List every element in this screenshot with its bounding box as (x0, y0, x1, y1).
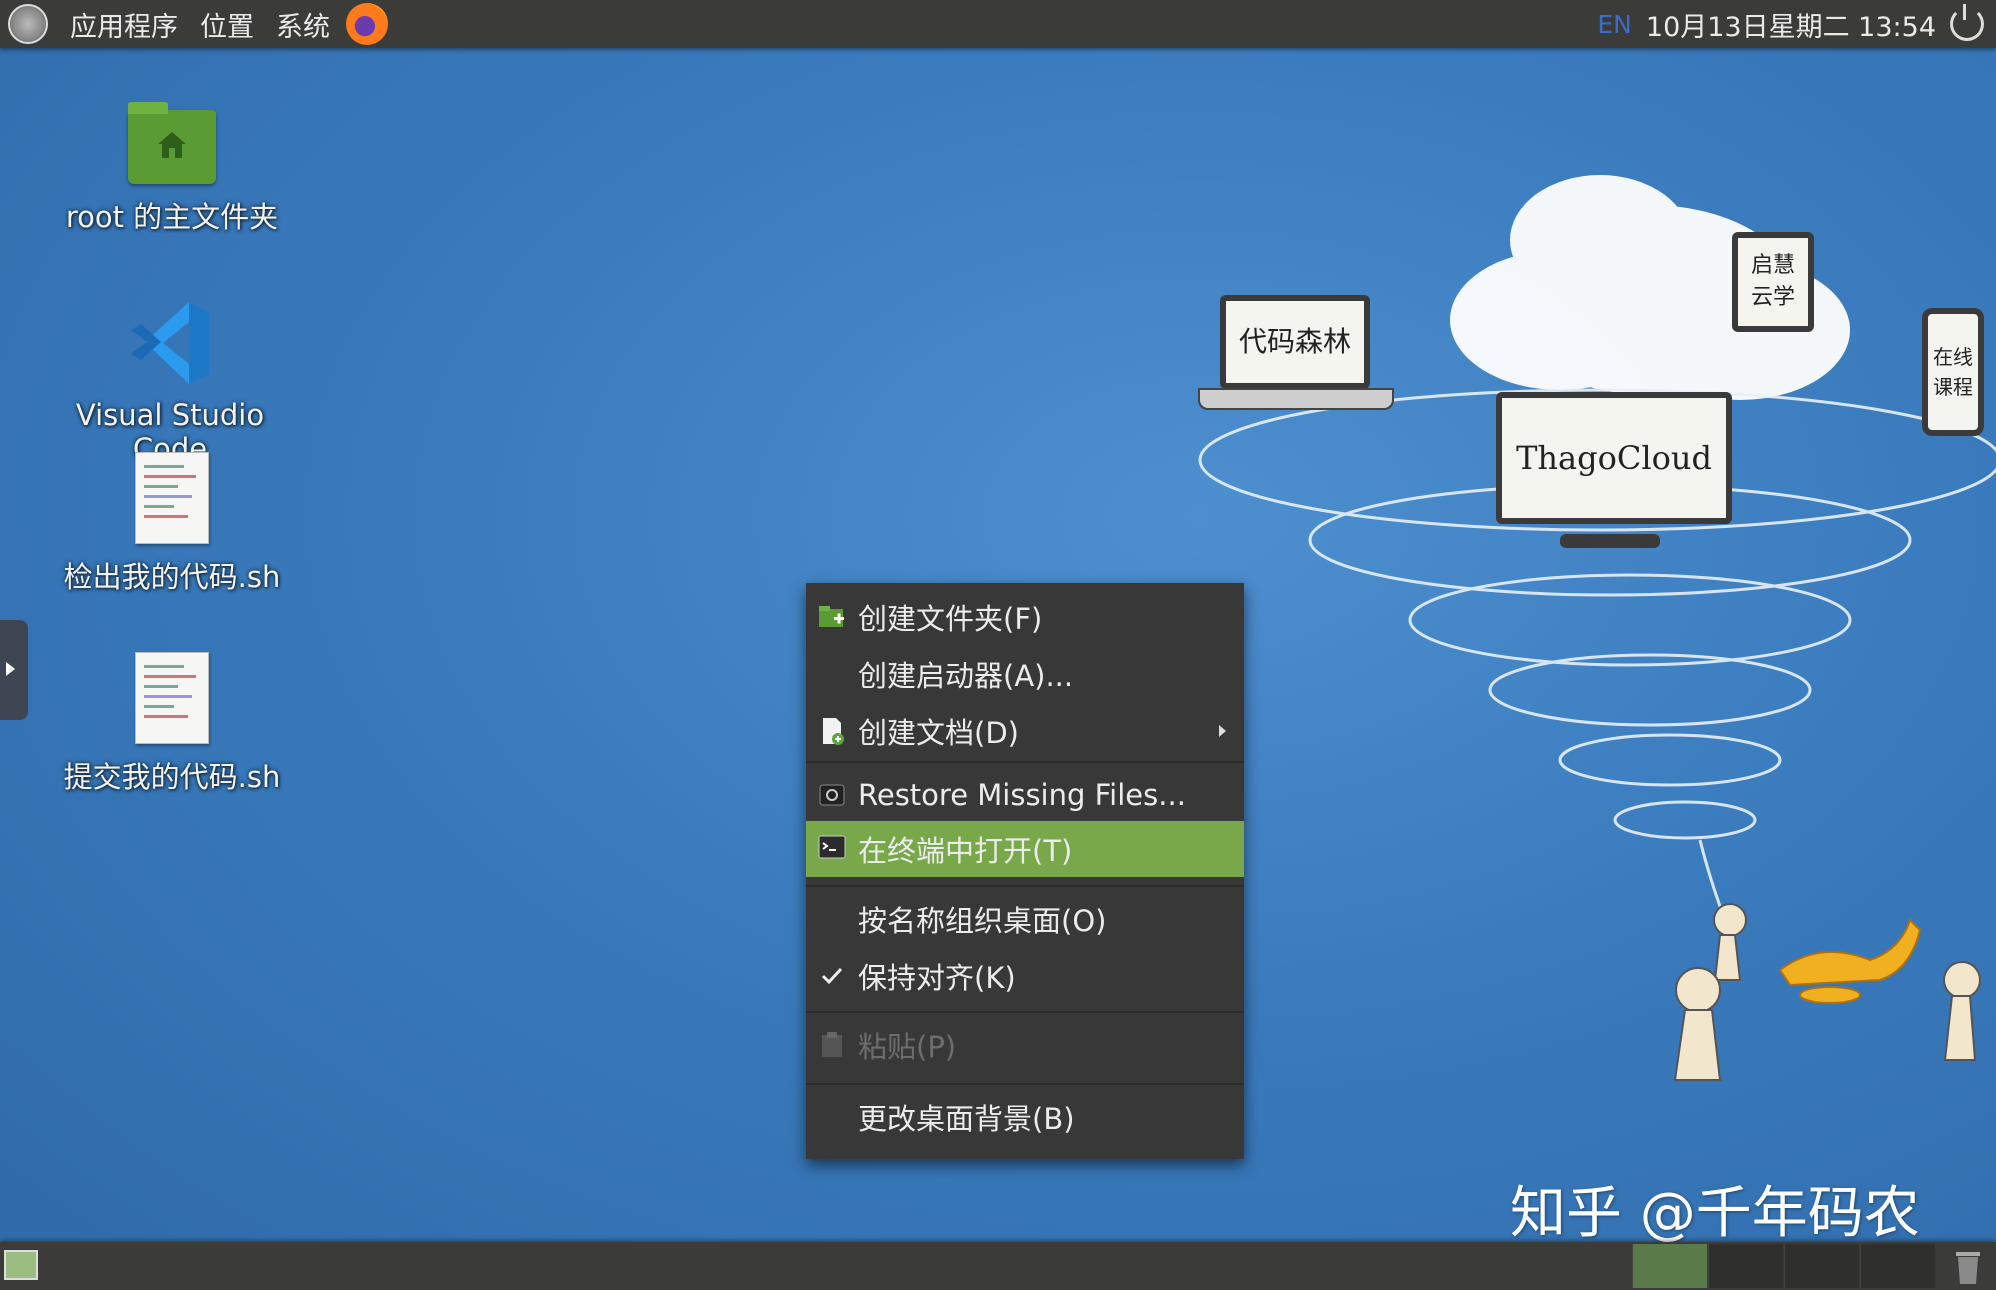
menu-item-create-document[interactable]: 创建文档(D) (806, 705, 1244, 757)
power-icon[interactable] (1950, 4, 1984, 41)
desktop-icon-commit-script[interactable]: 提交我的代码.sh (42, 652, 302, 796)
menu-places[interactable]: 位置 (200, 5, 254, 44)
clock[interactable]: 10月13日星期二 13:54 (1646, 5, 1936, 44)
wallpaper-tablet-screen: 启慧 云学 (1732, 232, 1814, 332)
show-desktop-icon[interactable] (4, 1250, 38, 1280)
menu-system[interactable]: 系统 (276, 5, 330, 44)
top-panel-indicators: EN 10月13日星期二 13:54 (1597, 0, 1984, 48)
restore-icon (819, 784, 845, 806)
top-panel: 应用程序 位置 系统 EN 10月13日星期二 13:54 (0, 0, 1996, 48)
desktop-icon-label: 提交我的代码.sh (63, 760, 281, 794)
menu-item-change-background[interactable]: 更改桌面背景(B) (806, 1091, 1244, 1143)
trash-icon[interactable] (1950, 1246, 1986, 1286)
script-file-icon (135, 452, 209, 544)
menu-item-create-folder[interactable]: 创建文件夹(F) (806, 591, 1244, 643)
menu-separator (806, 885, 1244, 887)
system-logo-icon[interactable] (8, 4, 48, 44)
menu-item-create-launcher[interactable]: 创建启动器(A)... (806, 648, 1244, 700)
new-document-icon (823, 718, 844, 745)
desktop-icon-label: root 的主文件夹 (65, 200, 279, 234)
desktop-icon-home[interactable]: root 的主文件夹 (42, 102, 302, 236)
menu-item-open-in-terminal[interactable]: 在终端中打开(T) (806, 821, 1244, 877)
wallpaper-artwork: 代码森林 ThagoCloud 启慧 云学 在线 课程 (1180, 160, 1996, 1120)
dock-handle[interactable] (0, 620, 28, 720)
desktop-icon-label: 检出我的代码.sh (63, 560, 281, 594)
paste-icon (822, 1032, 842, 1057)
new-folder-icon (819, 606, 844, 627)
check-icon (821, 967, 843, 985)
wallpaper-monitor-stand (1560, 534, 1660, 548)
workspace-1[interactable] (1632, 1244, 1707, 1288)
bottom-panel (0, 1242, 1996, 1290)
workspace-4[interactable] (1860, 1244, 1935, 1288)
vscode-icon (125, 298, 215, 388)
menu-applications[interactable]: 应用程序 (70, 5, 178, 44)
expand-arrow-icon (6, 662, 15, 676)
desktop-icon-vscode[interactable]: Visual Studio Code (40, 298, 300, 466)
menu-item-paste: 粘贴(P) (806, 1019, 1244, 1071)
wallpaper-laptop-base (1198, 388, 1394, 410)
menu-separator (806, 761, 1244, 763)
wallpaper-phone-screen: 在线 课程 (1922, 308, 1984, 436)
menu-item-keep-aligned[interactable]: 保持对齐(K) (806, 950, 1244, 1002)
menu-separator (806, 1011, 1244, 1013)
menu-item-restore-missing-files[interactable]: Restore Missing Files... (806, 769, 1244, 821)
wallpaper-laptop-screen: 代码森林 (1220, 295, 1370, 389)
wallpaper-monitor-screen: ThagoCloud (1496, 392, 1732, 524)
keyboard-layout-indicator[interactable]: EN (1597, 10, 1632, 39)
script-file-icon (135, 652, 209, 744)
desktop-icon-checkout-script[interactable]: 检出我的代码.sh (42, 452, 302, 596)
terminal-icon (818, 835, 846, 859)
firefox-icon[interactable] (346, 3, 388, 45)
submenu-arrow-icon (1219, 725, 1226, 737)
watermark: 知乎 @千年码农 (1510, 1181, 1920, 1246)
workspace-2[interactable] (1708, 1244, 1783, 1288)
home-folder-icon (128, 102, 216, 184)
menu-separator (806, 1083, 1244, 1085)
desktop-context-menu: 创建文件夹(F) 创建启动器(A)... 创建文档(D) Restore Mis… (806, 583, 1244, 1159)
workspace-3[interactable] (1784, 1244, 1859, 1288)
menu-item-organize-by-name[interactable]: 按名称组织桌面(O) (806, 893, 1244, 945)
